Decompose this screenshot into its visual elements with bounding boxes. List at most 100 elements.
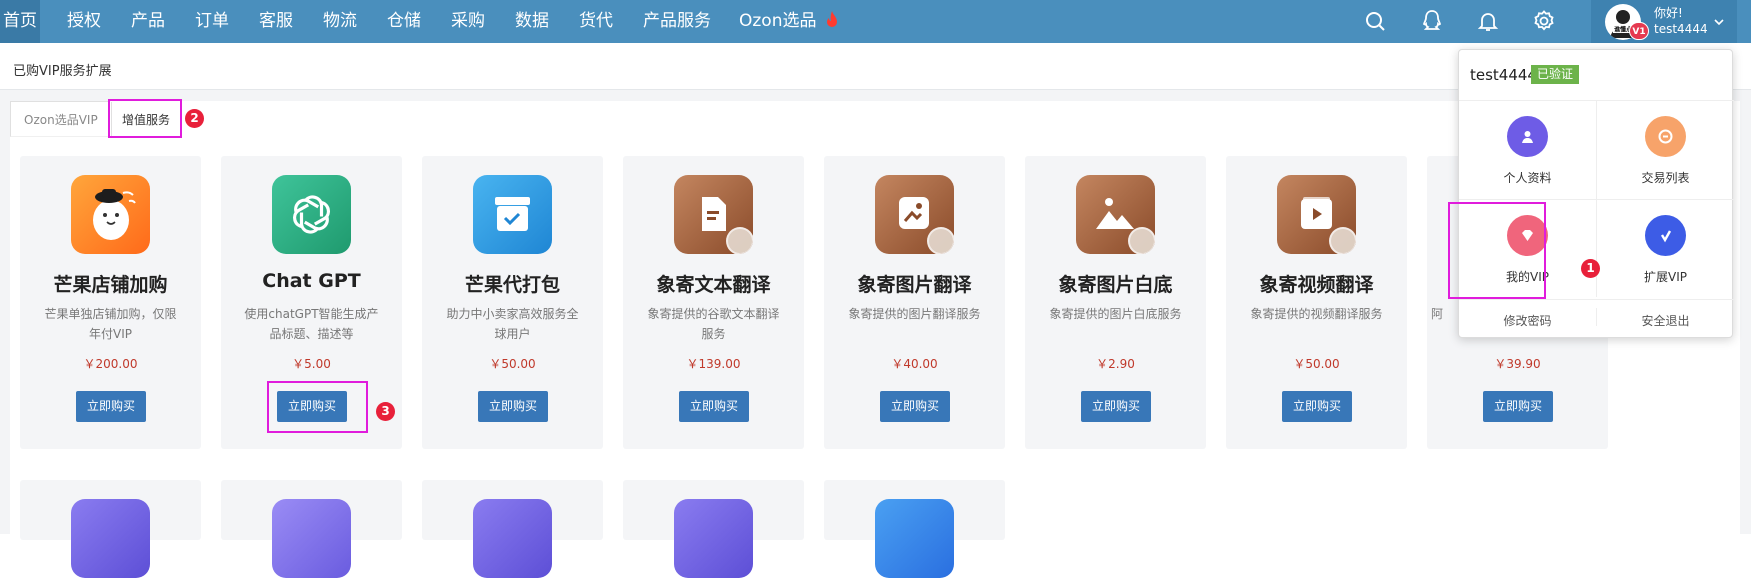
- chatgpt-logo-icon: [272, 175, 351, 254]
- transaction-icon: [1645, 116, 1686, 157]
- settings-icon[interactable]: [1532, 9, 1556, 33]
- elephant-badge-icon: [1329, 227, 1356, 254]
- buy-now-button[interactable]: 立即购买: [76, 391, 146, 422]
- nav-data[interactable]: 数据: [515, 0, 549, 43]
- product-card: 芒果店铺加购 芒果单独店铺加购，仅限年付VIP ￥200.00 立即购买: [20, 156, 201, 449]
- nav-ozon-selection-label: Ozon选品: [739, 11, 817, 31]
- extend-vip-label: 扩展VIP: [1644, 270, 1687, 284]
- product-card: [221, 480, 402, 578]
- elephant-badge-icon: [726, 227, 753, 254]
- nav-authorization[interactable]: 授权: [67, 0, 101, 43]
- product-card: 象寄视频翻译 象寄提供的视频翻译服务 ￥50.00 立即购买: [1226, 156, 1407, 449]
- product-description: 象寄提供的谷歌文本翻译服务: [647, 307, 780, 341]
- tab-ozon-vip[interactable]: Ozon选品VIP: [10, 101, 112, 137]
- product-price: ￥50.00: [489, 357, 536, 371]
- nav-logistics[interactable]: 物流: [323, 0, 357, 43]
- elephant-badge-icon: [927, 227, 954, 254]
- step-marker-3: 3: [376, 402, 395, 421]
- product-card: 象寄图片白底 象寄提供的图片白底服务 ￥2.90 立即购买: [1025, 156, 1206, 449]
- product-card: 芒果代打包 助力中小卖家高效服务全球用户 ￥50.00 立即购买: [422, 156, 603, 449]
- buy-now-button[interactable]: 立即购买: [478, 391, 548, 422]
- fire-icon: [826, 11, 837, 27]
- product-price: ￥139.00: [686, 357, 741, 371]
- mango-logo-icon: [71, 175, 150, 254]
- product-price: ￥40.00: [891, 357, 938, 371]
- change-password-link[interactable]: 修改密码: [1459, 312, 1596, 329]
- chevron-down-icon: [1712, 14, 1726, 28]
- buy-now-button[interactable]: 立即购买: [1483, 391, 1553, 422]
- document-translate-icon: [674, 175, 753, 254]
- username-text: test4444: [1654, 22, 1708, 36]
- product-title: 芒果店铺加购: [53, 274, 168, 296]
- nav-home[interactable]: 首页: [0, 0, 40, 43]
- nav-purchasing[interactable]: 采购: [451, 0, 485, 43]
- logout-link[interactable]: 安全退出: [1597, 312, 1734, 329]
- highlight-box-tab: [108, 99, 182, 138]
- user-menu-toggle[interactable]: 谯懂点 V1 你好! test4444: [1591, 0, 1737, 43]
- nav-customer-service[interactable]: 客服: [259, 0, 293, 43]
- buy-now-button[interactable]: 立即购买: [880, 391, 950, 422]
- transactions-label: 交易列表: [1641, 171, 1690, 185]
- product-icon: [674, 499, 753, 578]
- product-price: ￥200.00: [83, 357, 138, 371]
- product-title: 象寄图片翻译: [857, 274, 972, 296]
- profile-menu-item[interactable]: 个人资料: [1459, 101, 1596, 199]
- nav-freight-forwarding[interactable]: 货代: [579, 0, 613, 43]
- nav-products[interactable]: 产品: [131, 0, 165, 43]
- transactions-menu-item[interactable]: 交易列表: [1597, 101, 1734, 199]
- product-title: Chat GPT: [262, 270, 361, 292]
- qq-icon[interactable]: [1420, 9, 1444, 33]
- product-price: ￥5.00: [292, 357, 331, 371]
- product-description: 芒果单独店铺加购，仅限年付VIP: [44, 307, 177, 341]
- product-card: [623, 480, 804, 578]
- bell-icon[interactable]: [1476, 9, 1500, 33]
- product-card: [824, 480, 1005, 578]
- nav-orders[interactable]: 订单: [195, 0, 229, 43]
- elephant-badge-icon: [1128, 227, 1155, 254]
- product-title: 象寄视频翻译: [1259, 274, 1374, 296]
- buy-now-button[interactable]: 立即购买: [1282, 391, 1352, 422]
- package-box-icon: [473, 175, 552, 254]
- product-price: ￥2.90: [1096, 357, 1135, 371]
- highlight-box-my-vip: [1448, 202, 1546, 299]
- page-title: 已购VIP服务扩展: [13, 64, 112, 79]
- product-card: [422, 480, 603, 578]
- product-price: ￥50.00: [1293, 357, 1340, 371]
- highlight-box-buy: [267, 381, 368, 433]
- profile-label: 个人资料: [1503, 171, 1552, 185]
- top-navigation-bar: 首页 授权 产品 订单 客服 物流 仓储 采购 数据 货代 产品服务 Ozon选…: [0, 0, 1751, 43]
- buy-now-button[interactable]: 立即购买: [679, 391, 749, 422]
- product-icon: [473, 499, 552, 578]
- nav-warehouse[interactable]: 仓储: [387, 0, 421, 43]
- product-icon: [272, 499, 351, 578]
- image-white-background-icon: [1076, 175, 1155, 254]
- product-title: 芒果代打包: [464, 274, 560, 296]
- buy-now-button[interactable]: 立即购买: [1081, 391, 1151, 422]
- product-title: 象寄文本翻译: [656, 274, 771, 296]
- nav-product-services[interactable]: 产品服务: [643, 0, 711, 43]
- product-description: 助力中小卖家高效服务全球用户: [446, 307, 579, 341]
- extend-vip-menu-item[interactable]: 扩展VIP: [1597, 200, 1734, 298]
- product-description: 象寄提供的图片白底服务: [1049, 307, 1182, 321]
- step-marker-1: 1: [1581, 259, 1600, 278]
- greeting-text: 你好!: [1654, 6, 1683, 20]
- product-card: 象寄图片翻译 象寄提供的图片翻译服务 ￥40.00 立即购买: [824, 156, 1005, 449]
- dropdown-username: test4444: [1470, 66, 1537, 84]
- product-description: 使用chatGPT智能生成产品标题、描述等: [244, 307, 379, 341]
- product-card: [20, 480, 201, 578]
- product-title: 象寄图片白底: [1058, 274, 1173, 296]
- product-card: 象寄文本翻译 象寄提供的谷歌文本翻译服务 ￥139.00 立即购买: [623, 156, 804, 449]
- verified-badge: 已验证: [1531, 65, 1580, 84]
- image-translate-icon: [875, 175, 954, 254]
- product-description: 象寄提供的视频翻译服务: [1250, 307, 1383, 321]
- product-price: ￥39.90: [1494, 357, 1541, 371]
- video-translate-icon: [1277, 175, 1356, 254]
- vip-level-badge: V1: [1629, 22, 1649, 40]
- check-icon: [1645, 215, 1686, 256]
- product-description: 象寄提供的图片翻译服务: [848, 307, 981, 321]
- search-icon[interactable]: [1363, 9, 1387, 33]
- nav-ozon-selection[interactable]: Ozon选品: [739, 0, 839, 43]
- product-icon: [875, 499, 954, 578]
- step-marker-2: 2: [185, 109, 204, 128]
- user-icon: [1507, 116, 1548, 157]
